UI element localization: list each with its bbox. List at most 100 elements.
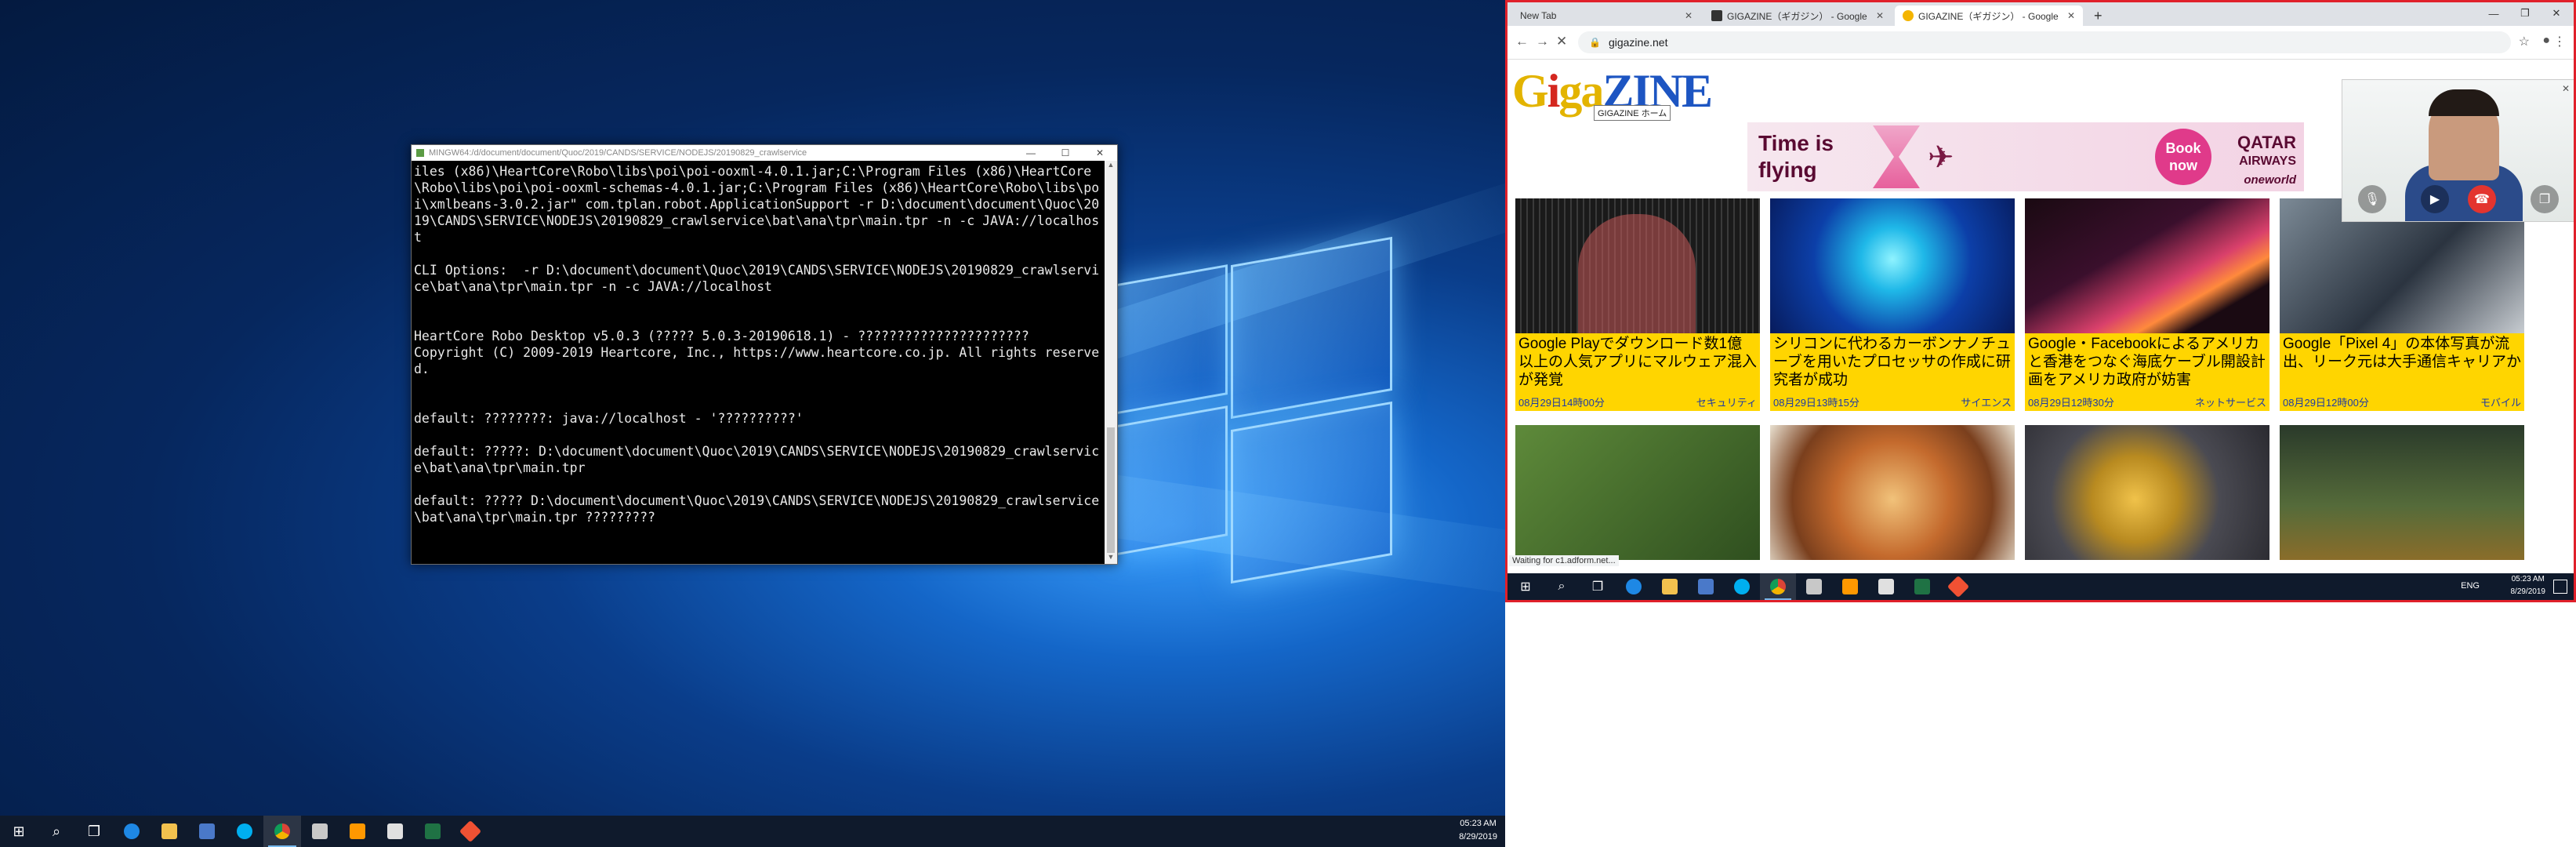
scroll-up-icon[interactable]: ▲ xyxy=(1105,161,1117,172)
back-icon[interactable]: ← xyxy=(1515,34,1529,49)
taskbar-clock[interactable]: 05:23 AM 8/29/2019 xyxy=(1459,817,1497,844)
article-card[interactable]: シリコンに代わるカーボンナノチューブを用いたプロセッサの作成に研究者が成功 08… xyxy=(1770,198,2015,411)
window-close-button[interactable]: ✕ xyxy=(2541,2,2572,24)
start-icon[interactable]: ⊞ xyxy=(1508,573,1544,600)
hourglass-icon xyxy=(1873,125,1920,188)
clock-date: 8/29/2019 xyxy=(2510,587,2546,596)
excel-icon[interactable] xyxy=(1904,573,1940,600)
stop-icon[interactable]: ✕ xyxy=(1556,34,1567,49)
article-time: 08月29日12時00分 xyxy=(2283,397,2369,409)
article-title[interactable]: シリコンに代わるカーボンナノチューブを用いたプロセッサの作成に研究者が成功 xyxy=(1770,333,2015,393)
microphone-icon[interactable]: 🎙 xyxy=(2358,185,2386,213)
menu-icon[interactable]: ⋮ xyxy=(2553,34,2566,49)
article-card[interactable] xyxy=(1770,425,2015,560)
article-title[interactable]: Google「Pixel 4」の本体写真が流出、リーク元は大手通信キャリアか xyxy=(2280,333,2524,393)
sublime-icon[interactable] xyxy=(339,816,376,847)
taskbar-right: ⊞ ⌕ ❐ ENG 05:23 AM 8/29/2019 xyxy=(1508,573,2574,600)
file-explorer-icon[interactable] xyxy=(151,816,188,847)
terminal-window[interactable]: MINGW64:/d/document/document/Quoc/2019/C… xyxy=(411,144,1118,565)
clock-time: 05:23 AM xyxy=(1460,819,1497,828)
article-category[interactable]: サイエンス xyxy=(1961,394,2012,409)
taskbar-clock[interactable]: 05:23 AM 8/29/2019 xyxy=(2511,573,2546,598)
sublime-icon[interactable] xyxy=(1832,573,1868,600)
edge-icon[interactable] xyxy=(1616,573,1652,600)
scroll-down-icon[interactable]: ▼ xyxy=(1105,553,1117,564)
git-icon[interactable] xyxy=(452,816,489,847)
popout-icon[interactable]: ❐ xyxy=(2531,185,2559,213)
store-icon[interactable] xyxy=(1688,573,1724,600)
close-tab-icon[interactable]: ✕ xyxy=(1680,10,1693,21)
article-title[interactable]: Google・Facebookによるアメリカと香港をつなぐ海底ケーブル開設計画を… xyxy=(2025,333,2269,393)
article-card[interactable] xyxy=(1515,425,1760,560)
article-card[interactable]: Google「Pixel 4」の本体写真が流出、リーク元は大手通信キャリアか 0… xyxy=(2280,198,2524,411)
tab-label: GIGAZINE（ギガジン） - Google xyxy=(1727,10,1867,22)
git-icon[interactable] xyxy=(1940,573,1976,600)
app-icon[interactable] xyxy=(1796,573,1832,600)
camera-icon[interactable]: ▶ xyxy=(2421,185,2449,213)
article-category[interactable]: モバイル xyxy=(2480,394,2521,409)
close-button[interactable]: ✕ xyxy=(1083,147,1117,158)
right-monitor: New Tab ✕ GIGAZINE（ギガジン） - Google ✕ GIGA… xyxy=(1505,0,2576,847)
airplane-icon: ✈ xyxy=(1928,140,1954,175)
tab-gigazine-1[interactable]: GIGAZINE（ギガジン） - Google ✕ xyxy=(1703,5,1892,26)
new-tab-button[interactable]: + xyxy=(2086,5,2110,26)
search-icon[interactable]: ⌕ xyxy=(1544,573,1580,600)
search-icon[interactable]: ⌕ xyxy=(38,816,75,847)
desktop-left: MINGW64:/d/document/document/Quoc/2019/C… xyxy=(0,0,1505,847)
hang-up-icon[interactable]: ☎ xyxy=(2468,185,2496,213)
notepad-icon[interactable] xyxy=(376,816,414,847)
omnibox[interactable]: 🔒 gigazine.net xyxy=(1578,31,2511,53)
logo-tooltip: GIGAZINE ホーム xyxy=(1594,105,1671,121)
article-card[interactable] xyxy=(2025,425,2269,560)
ad-banner[interactable]: Time is flying ✈ Book now QATAR AIRWAYS … xyxy=(1747,122,2304,191)
ad-brand-3: oneworld xyxy=(2244,173,2296,187)
skype-icon[interactable] xyxy=(1724,573,1760,600)
loading-icon xyxy=(1903,10,1914,21)
article-image xyxy=(1515,425,1760,560)
tab-new-tab[interactable]: New Tab ✕ xyxy=(1512,5,1700,26)
terminal-output[interactable]: iles (x86)\HeartCore\Robo\libs\poi\poi-o… xyxy=(412,161,1105,564)
article-title[interactable]: Google Playでダウンロード数1億以上の人気アプリにマルウェア混入が発覚 xyxy=(1515,333,1760,393)
ad-book-now-button[interactable]: Book now xyxy=(2155,129,2211,185)
article-card[interactable]: Google・Facebookによるアメリカと香港をつなぐ海底ケーブル開設計画を… xyxy=(2025,198,2269,411)
notifications-icon[interactable] xyxy=(2553,580,2567,594)
status-bar: Waiting for c1.adform.net... xyxy=(1509,555,1619,566)
close-tab-icon[interactable]: ✕ xyxy=(1871,10,1884,21)
windows-logo xyxy=(1113,236,1403,584)
article-card[interactable]: Google Playでダウンロード数1億以上の人気アプリにマルウェア混入が発覚… xyxy=(1515,198,1760,411)
article-category[interactable]: ネットサービス xyxy=(2195,394,2266,409)
chrome-icon[interactable] xyxy=(1760,573,1796,600)
profile-icon[interactable]: ● xyxy=(2542,34,2550,48)
bookmark-star-icon[interactable]: ☆ xyxy=(2519,34,2530,49)
file-explorer-icon[interactable] xyxy=(1652,573,1688,600)
app-icon[interactable] xyxy=(301,816,339,847)
maximize-button[interactable]: ☐ xyxy=(1048,147,1083,158)
keyboard-language[interactable]: ENG xyxy=(2461,581,2480,591)
excel-icon[interactable] xyxy=(414,816,452,847)
terminal-scrollbar[interactable]: ▲ ▼ xyxy=(1105,161,1117,564)
video-call-overlay[interactable]: ✕ 🎙 ▶ ☎ ❐ xyxy=(2342,79,2574,222)
skype-icon[interactable] xyxy=(226,816,263,847)
ad-cta-1: Book xyxy=(2165,140,2201,156)
close-tab-icon[interactable]: ✕ xyxy=(2063,10,2075,21)
article-category[interactable]: セキュリティ xyxy=(1696,394,1757,409)
tab-gigazine-2[interactable]: GIGAZINE（ギガジン） - Google ✕ xyxy=(1895,5,2083,26)
minimize-button[interactable]: — xyxy=(1014,147,1048,158)
tab-label: GIGAZINE（ギガジン） - Google xyxy=(1918,10,2059,22)
terminal-titlebar[interactable]: MINGW64:/d/document/document/Quoc/2019/C… xyxy=(412,145,1117,161)
window-minimize-button[interactable]: — xyxy=(2478,2,2509,24)
window-restore-button[interactable]: ❐ xyxy=(2509,2,2541,24)
start-icon[interactable]: ⊞ xyxy=(0,816,38,847)
notepad-icon[interactable] xyxy=(1868,573,1904,600)
scroll-thumb[interactable] xyxy=(1107,427,1115,553)
store-icon[interactable] xyxy=(188,816,226,847)
forward-icon[interactable]: → xyxy=(1536,34,1549,49)
close-call-icon[interactable]: ✕ xyxy=(2562,83,2570,94)
task-view-icon[interactable]: ❐ xyxy=(1580,573,1616,600)
task-view-icon[interactable]: ❐ xyxy=(75,816,113,847)
article-card[interactable] xyxy=(2280,425,2524,560)
edge-icon[interactable] xyxy=(113,816,151,847)
chrome-icon[interactable] xyxy=(263,816,301,847)
article-image xyxy=(2025,425,2269,560)
lock-icon: 🔒 xyxy=(1589,37,1601,48)
